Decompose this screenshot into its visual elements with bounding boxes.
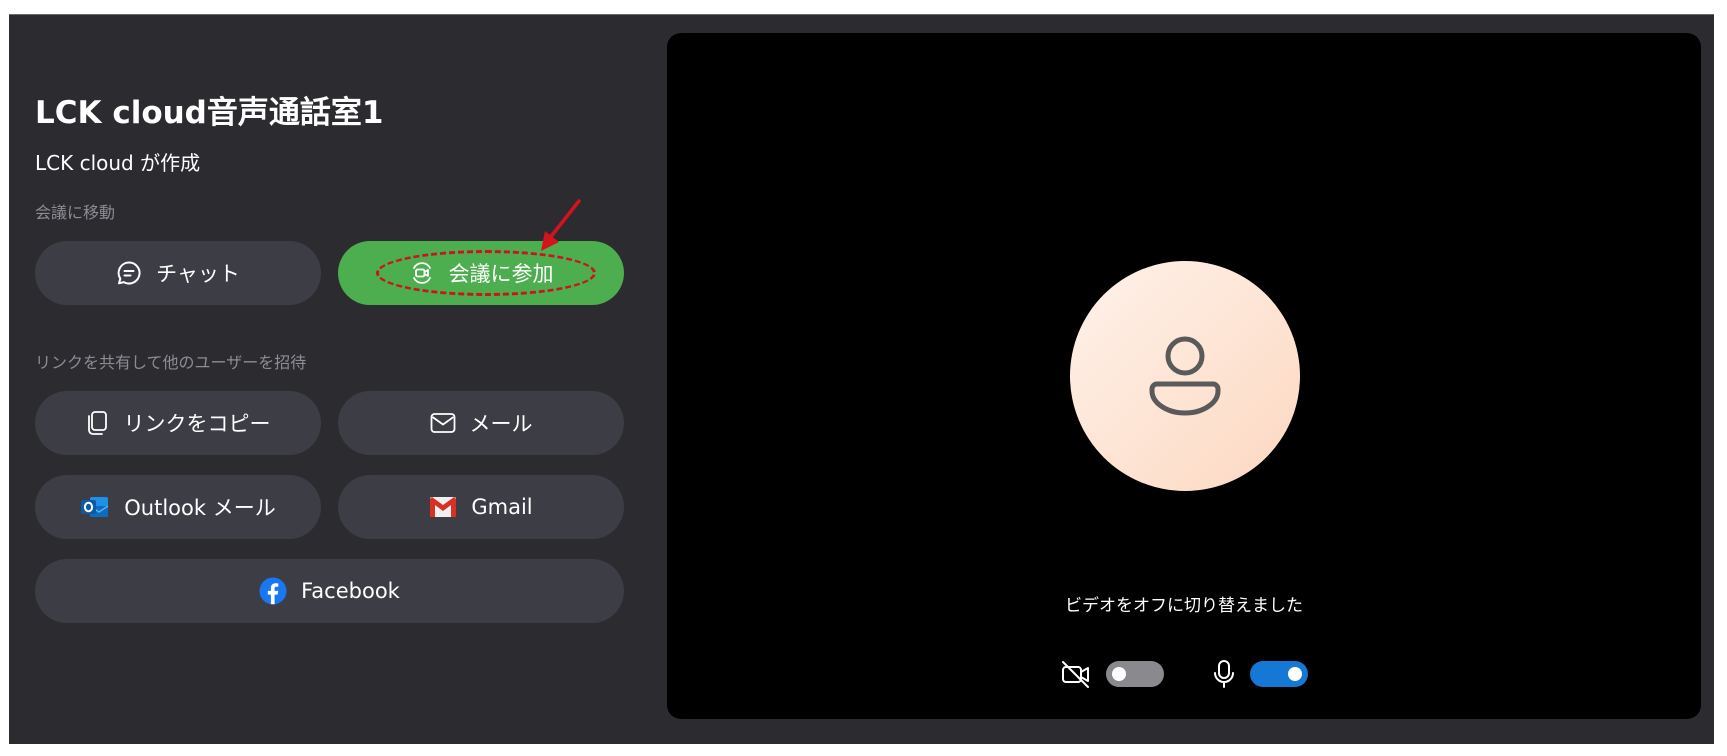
facebook-icon — [259, 577, 287, 605]
outlook-icon — [80, 494, 110, 520]
gmail-label: Gmail — [471, 495, 533, 519]
microphone-toggle[interactable] — [1250, 661, 1308, 687]
video-status-text: ビデオをオフに切り替えました — [1065, 596, 1303, 616]
mail-icon — [430, 412, 456, 434]
facebook-button[interactable]: Facebook — [35, 559, 624, 623]
copy-link-button[interactable]: リンクをコピー — [35, 391, 321, 455]
avatar — [1070, 261, 1300, 491]
gmail-button[interactable]: Gmail — [338, 475, 624, 539]
facebook-label: Facebook — [301, 579, 400, 603]
camera-toggle[interactable] — [1106, 661, 1164, 687]
microphone-control — [1212, 659, 1308, 689]
microphone-icon — [1212, 659, 1236, 689]
camera-off-icon — [1060, 659, 1092, 689]
go-to-meeting-label: 会議に移動 — [35, 203, 116, 222]
media-controls — [667, 659, 1701, 689]
outlook-mail-button[interactable]: Outlook メール — [35, 475, 321, 539]
video-join-icon — [409, 260, 435, 286]
copy-link-label: リンクをコピー — [123, 412, 271, 436]
chat-button-label: チャット — [156, 262, 240, 286]
meeting-creator: LCK cloud が作成 — [35, 151, 201, 175]
share-link-label: リンクを共有して他のユーザーを招待 — [35, 353, 307, 372]
chat-icon — [116, 260, 142, 286]
mail-label: メール — [469, 412, 533, 436]
meeting-lobby: LCK cloud音声通話室1 LCK cloud が作成 会議に移動 チャット — [9, 14, 1714, 744]
join-meeting-label: 会議に参加 — [448, 262, 554, 286]
camera-control — [1060, 659, 1164, 689]
join-meeting-button[interactable]: 会議に参加 — [338, 241, 624, 305]
meeting-title: LCK cloud音声通話室1 — [35, 95, 384, 131]
gmail-icon — [429, 496, 457, 518]
outlook-mail-label: Outlook メール — [124, 496, 276, 520]
copy-icon — [86, 410, 110, 436]
mail-button[interactable]: メール — [338, 391, 624, 455]
chat-button[interactable]: チャット — [35, 241, 321, 305]
video-preview: ビデオをオフに切り替えました — [667, 33, 1701, 719]
person-icon — [1135, 326, 1235, 426]
